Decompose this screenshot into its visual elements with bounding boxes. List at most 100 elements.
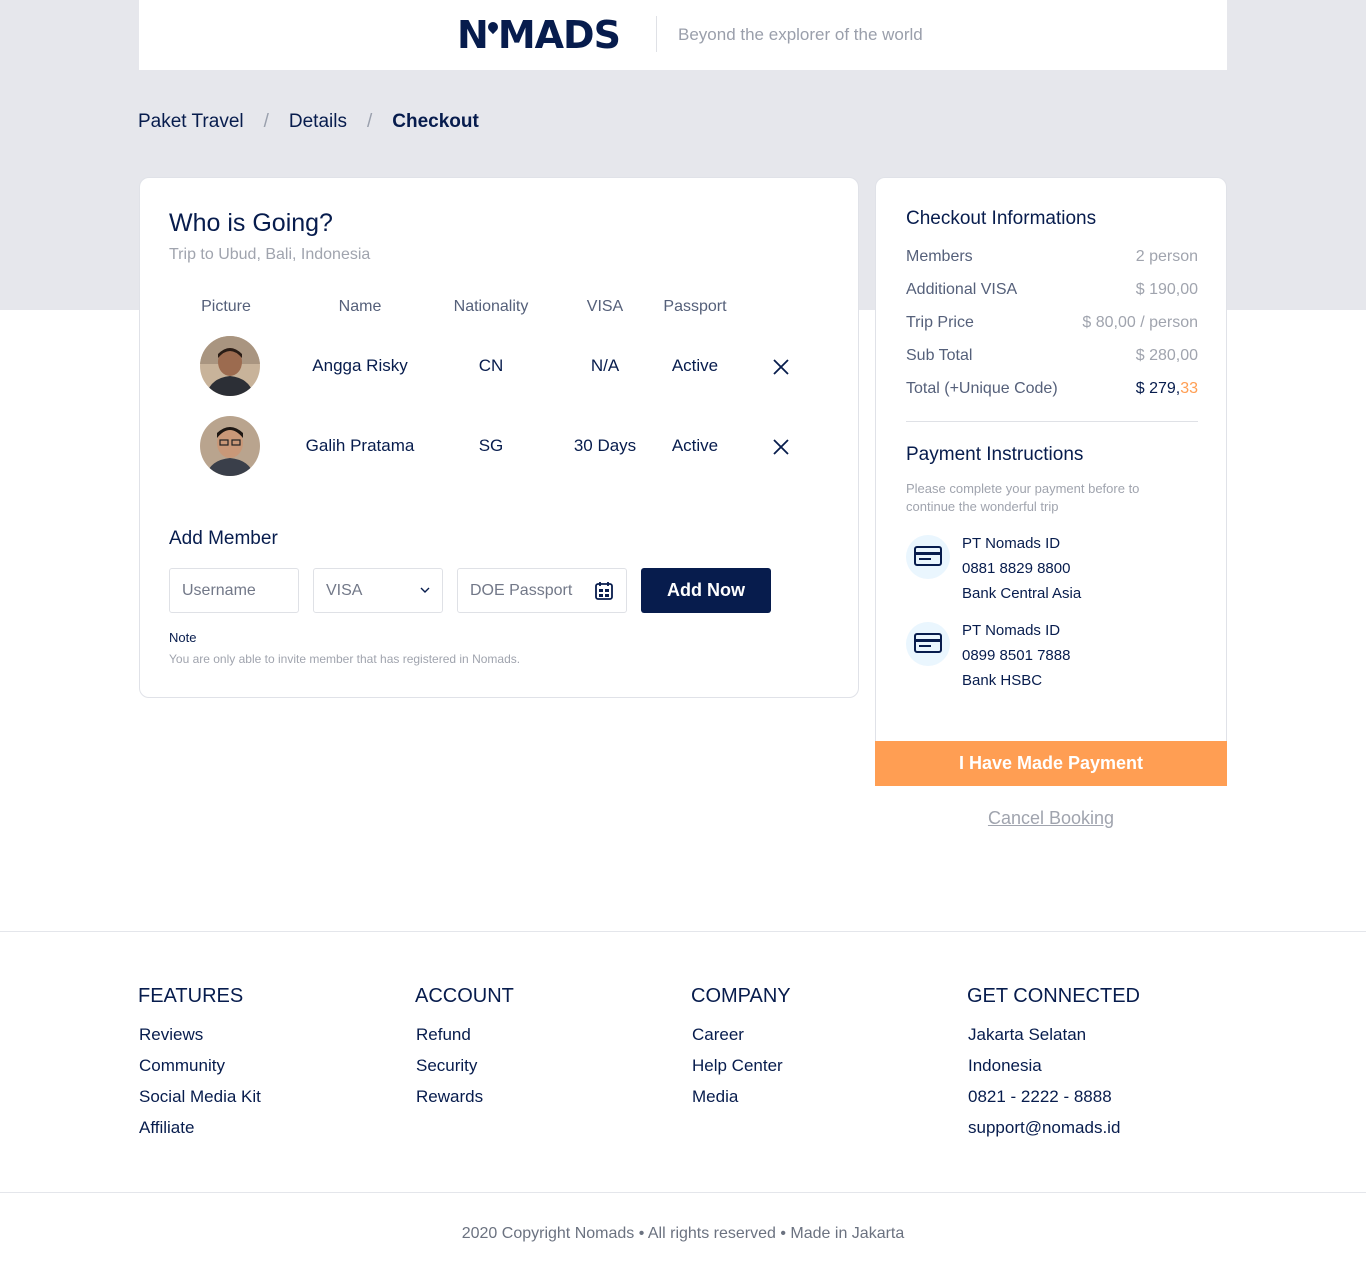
footer-contact[interactable]: support@nomads.id [967,1117,1140,1148]
calendar-icon[interactable] [594,581,614,601]
column-header-passport: Passport [663,298,727,315]
total-value: $ 279,33 [1136,380,1198,398]
column-header-picture: Picture [201,298,251,315]
checkout-info-title: Checkout Informations [906,208,1097,229]
who-is-going-card: Who is Going? Trip to Ubud, Bali, Indone… [139,177,859,698]
checkout-row-total: Total (+Unique Code) $ 279,33 [906,380,1198,398]
footer-link[interactable]: Affiliate [138,1117,261,1148]
column-header-visa: VISA [586,298,624,315]
unique-code: 33 [1180,380,1198,397]
navbar: N MADS Beyond the explorer of the world [139,0,1227,70]
credit-card-icon [906,622,950,666]
checkout-row-visa: Additional VISA $ 190,00 [906,281,1198,299]
bank-account-name: PT Nomads ID [962,535,1061,552]
breadcrumb-item-details[interactable]: Details [289,111,347,133]
footer-contact[interactable]: 0821 - 2222 - 8888 [967,1086,1140,1117]
total-label: Total (+Unique Code) [906,380,1058,397]
bank-account-name: PT Nomads ID [962,622,1061,639]
tagline: Beyond the explorer of the world [678,25,923,44]
navbar-divider [656,16,657,52]
username-input[interactable]: Username [169,568,299,613]
visa-select-value: VISA [326,582,363,599]
footer-heading: COMPANY [691,985,791,1007]
member-nationality: SG [478,436,504,455]
row-value: $ 280,00 [1135,347,1198,364]
copyright: 2020 Copyright Nomads • All rights reser… [461,1225,905,1242]
remove-member-icon[interactable] [772,358,790,376]
checkout-row-members: Members 2 person [906,248,1198,266]
member-visa: 30 Days [573,436,637,455]
footer-column-features: FEATURES Reviews Community Social Media … [138,985,261,1148]
checkout-sidebar: Checkout Informations Members 2 person A… [875,177,1227,741]
footer-column-account: ACCOUNT Refund Security Rewards [415,985,514,1117]
payment-note: Please complete your payment before to c… [906,481,1140,514]
footer-link[interactable]: Security [415,1055,514,1086]
nomads-logo[interactable]: N MADS [457,14,633,56]
row-label: Members [906,248,973,265]
footer-link[interactable]: Social Media Kit [138,1086,261,1117]
member-passport: Active [671,356,719,375]
row-label: Trip Price [906,314,974,331]
row-value: $ 190,00 [1135,281,1198,298]
passport-date-placeholder: DOE Passport [470,582,573,599]
bank-account-number: 0881 8829 8800 [962,560,1071,577]
bank-account-number: 0899 8501 7888 [962,647,1071,664]
column-header-nationality: Nationality [453,298,529,315]
row-label: Additional VISA [906,281,1018,298]
footer-link[interactable]: Career [691,1024,791,1055]
column-header-name: Name [338,298,382,315]
footer-link[interactable]: Media [691,1086,791,1117]
footer-link[interactable]: Rewards [415,1086,514,1117]
breadcrumb-item-checkout: Checkout [392,111,479,132]
footer-link[interactable]: Reviews [138,1024,261,1055]
footer-link[interactable]: Help Center [691,1055,791,1086]
divider [906,421,1198,422]
breadcrumb: Paket Travel / Details / Checkout [138,111,479,133]
chevron-down-icon [420,587,430,593]
breadcrumb-item-paket-travel[interactable]: Paket Travel [138,111,244,133]
add-member-title: Add Member [169,528,278,549]
member-name: Galih Pratama [305,436,415,455]
footer-heading: GET CONNECTED [967,985,1140,1007]
bank-account: PT Nomads ID 0899 8501 7888 Bank HSBC [906,622,1198,692]
row-value: 2 person [1135,248,1198,265]
total-main: $ 279, [1135,380,1181,397]
footer-contact: Jakarta Selatan [968,1025,1087,1044]
made-payment-button[interactable]: I Have Made Payment [875,741,1227,786]
row-label: Sub Total [906,347,973,364]
avatar [200,336,260,396]
member-nationality: CN [478,356,504,375]
footer-contact: Indonesia [968,1056,1042,1075]
member-passport: Active [671,436,719,455]
note-text: You are only able to invite member that … [169,652,521,666]
bank-account: PT Nomads ID 0881 8829 8800 Bank Central… [906,535,1198,605]
breadcrumb-separator: / [263,111,269,132]
footer-heading: ACCOUNT [415,985,514,1007]
add-now-button[interactable]: Add Now [641,568,771,613]
breadcrumb-separator: / [366,111,373,132]
member-visa: N/A [590,356,620,375]
trip-subtitle: Trip to Ubud, Bali, Indonesia [169,246,371,263]
footer-heading: FEATURES [138,985,244,1007]
checkout-row-subtotal: Sub Total $ 280,00 [906,347,1198,365]
footer-divider [0,1192,1366,1193]
member-name: Angga Risky [312,356,408,375]
passport-date-input[interactable]: DOE Passport [457,568,627,613]
checkout-row-trip-price: Trip Price $ 80,00 / person [906,314,1198,332]
avatar [200,416,260,476]
footer-column-company: COMPANY Career Help Center Media [691,985,791,1117]
footer-link[interactable]: Community [138,1055,261,1086]
note-title: Note [169,630,197,645]
card-title: Who is Going? [169,209,333,237]
footer-link[interactable]: Refund [415,1024,514,1055]
footer-column-get-connected: GET CONNECTED Jakarta Selatan Indonesia … [967,985,1140,1148]
payment-instructions-title: Payment Instructions [906,444,1084,465]
row-value: $ 80,00 / person [1082,314,1198,331]
remove-member-icon[interactable] [772,438,790,456]
bank-name: Bank Central Asia [962,585,1082,602]
footer-divider [0,931,1366,932]
bank-name: Bank HSBC [962,672,1043,689]
visa-select[interactable]: VISA [313,568,443,613]
credit-card-icon [906,535,950,579]
cancel-booking-link[interactable]: Cancel Booking [875,808,1227,829]
